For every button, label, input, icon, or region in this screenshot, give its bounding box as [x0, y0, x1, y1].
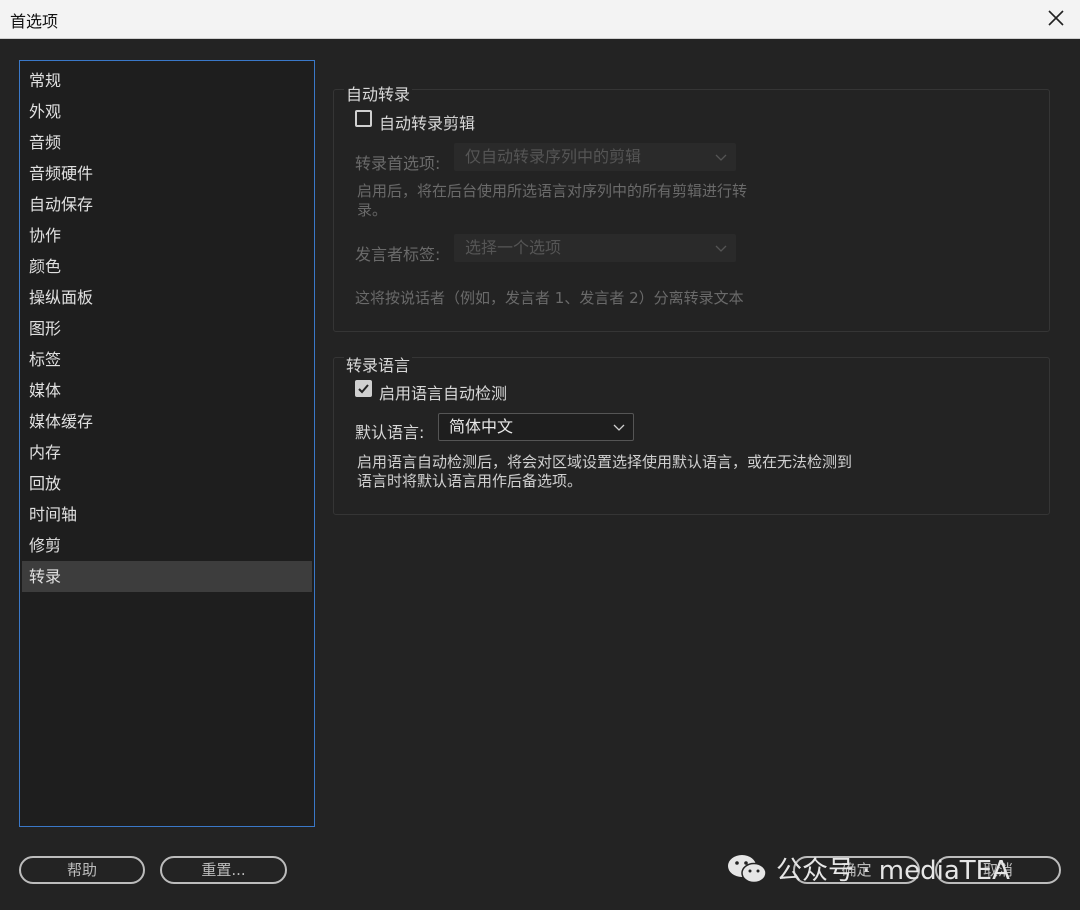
sidebar-item-audio[interactable]: 音频: [22, 127, 312, 158]
sidebar-item-memory[interactable]: 内存: [22, 437, 312, 468]
sidebar-item-general[interactable]: 常规: [22, 65, 312, 96]
sidebar-item-auto-save[interactable]: 自动保存: [22, 189, 312, 220]
default-language-label: 默认语言:: [355, 423, 425, 442]
window-title: 首选项: [10, 12, 59, 31]
auto-transcribe-checkbox[interactable]: [355, 110, 372, 127]
transcribe-pref-desc-line1: 启用后，将在后台使用所选语言对序列中的所有剪辑进行转: [357, 182, 748, 200]
close-icon[interactable]: [1044, 6, 1068, 30]
chevron-down-icon: [715, 245, 727, 252]
title-bar: 首选项: [0, 0, 1080, 39]
sidebar-item-control-surface[interactable]: 操纵面板: [22, 282, 312, 313]
language-detect-desc-line1: 启用语言自动检测后，将会对区域设置选择使用默认语言，或在无法检测到: [357, 453, 853, 471]
chevron-down-icon: [715, 154, 727, 161]
language-detect-checkbox[interactable]: [355, 380, 372, 397]
sidebar-item-color[interactable]: 颜色: [22, 251, 312, 282]
language-detect-checkbox-label: 启用语言自动检测: [379, 384, 508, 403]
category-list: 常规 外观 音频 音频硬件 自动保存 协作 颜色 操纵面板 图形 标签 媒体 媒…: [19, 60, 315, 827]
transcribe-pref-label: 转录首选项:: [355, 154, 441, 173]
sidebar-item-trim[interactable]: 修剪: [22, 530, 312, 561]
chevron-down-icon: [613, 424, 625, 431]
checkmark-icon: [358, 384, 369, 394]
transcribe-pref-select[interactable]: 仅自动转录序列中的剪辑: [454, 143, 736, 171]
speaker-label-value: 选择一个选项: [465, 238, 562, 257]
default-language-select[interactable]: 简体中文: [438, 413, 634, 441]
watermark-text: 公众号 · mediaTEA: [776, 856, 1010, 886]
sidebar-item-labels[interactable]: 标签: [22, 344, 312, 375]
sidebar-item-appearance[interactable]: 外观: [22, 96, 312, 127]
sidebar-item-timeline[interactable]: 时间轴: [22, 499, 312, 530]
transcribe-pref-desc-line2: 录。: [357, 201, 388, 219]
speaker-label-select[interactable]: 选择一个选项: [454, 234, 736, 262]
auto-transcribe-checkbox-label: 自动转录剪辑: [379, 114, 476, 133]
sidebar-item-media[interactable]: 媒体: [22, 375, 312, 406]
sidebar-item-collaboration[interactable]: 协作: [22, 220, 312, 251]
default-language-value: 简体中文: [449, 417, 514, 436]
transcribe-language-group-title: 转录语言: [344, 352, 413, 376]
transcribe-pref-value: 仅自动转录序列中的剪辑: [465, 147, 642, 166]
auto-transcribe-group-title: 自动转录: [344, 81, 413, 105]
sidebar-item-graphics[interactable]: 图形: [22, 313, 312, 344]
speaker-label-label: 发言者标签:: [355, 245, 441, 264]
sidebar-item-media-cache[interactable]: 媒体缓存: [22, 406, 312, 437]
reset-button[interactable]: 重置...: [160, 856, 287, 884]
speaker-label-desc: 这将按说话者（例如，发言者 1、发言者 2）分离转录文本: [355, 289, 744, 307]
sidebar-item-transcription[interactable]: 转录: [22, 561, 312, 592]
help-button[interactable]: 帮助: [19, 856, 145, 884]
wechat-icon: [728, 855, 767, 884]
language-detect-desc-line2: 语言时将默认语言用作后备选项。: [357, 472, 583, 490]
preferences-window: 首选项 常规 外观 音频 音频硬件 自动保存 协作 颜色 操纵面板 图形 标签 …: [0, 0, 1080, 910]
sidebar-item-playback[interactable]: 回放: [22, 468, 312, 499]
sidebar-item-audio-hardware[interactable]: 音频硬件: [22, 158, 312, 189]
